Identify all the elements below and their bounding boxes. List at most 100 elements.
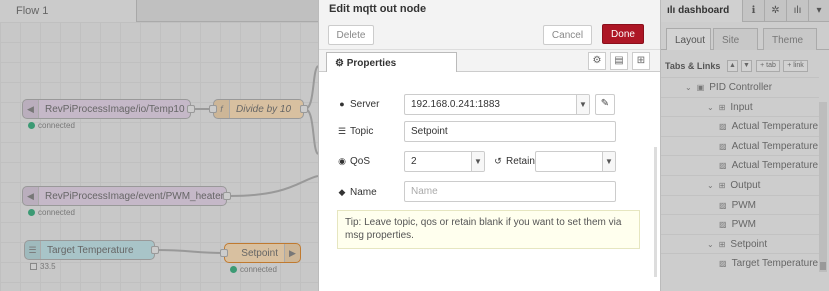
label-text: Server (350, 99, 380, 110)
chevron-down-icon: ▼ (471, 152, 484, 171)
sidebar: ılı dashboard ℹ ✲ ılı ▾ Layout Site Them… (661, 0, 829, 291)
history-icon: ↺ (494, 156, 502, 166)
tip-box: Tip: Leave topic, qos or retain blank if… (337, 210, 640, 249)
node-target-temperature[interactable]: ☰ Target Temperature (24, 240, 155, 260)
chevron-down-icon[interactable]: ⌄ (707, 181, 714, 190)
label-text: QoS (350, 156, 371, 167)
move-up-button[interactable]: ▲ (727, 60, 738, 72)
node-divide-by-10[interactable]: f Divide by 10 (213, 99, 304, 119)
dashboard-chart-icon[interactable]: ılı (787, 0, 809, 22)
node-label: Divide by 10 (236, 104, 292, 115)
chevron-down-icon: ▼ (602, 152, 615, 171)
tree-item-label: Target Temperature (731, 258, 819, 270)
input-port[interactable] (220, 249, 228, 257)
tree-item[interactable]: ⌄ ⊞ Setpoint (661, 233, 819, 253)
status-text: connected (38, 208, 75, 217)
tab-theme[interactable]: Theme (763, 28, 817, 50)
label-text: Retain (506, 156, 535, 167)
tree-item[interactable]: ▨ Actual Temperature (661, 116, 819, 135)
sidebar-scrollbar[interactable] (819, 102, 827, 272)
tab-dashboard[interactable]: ılı dashboard (661, 0, 743, 22)
name-input[interactable]: Name (404, 181, 616, 202)
node-status: connected (230, 265, 277, 274)
output-port[interactable] (300, 105, 308, 113)
cancel-button[interactable]: Cancel (543, 25, 592, 45)
server-select[interactable]: 192.168.0.241:1883 ▼ (404, 94, 590, 115)
node-status: 33.5 (30, 262, 56, 271)
status-text: connected (240, 265, 277, 274)
output-port[interactable] (223, 192, 231, 200)
chevron-down-icon[interactable]: ⌄ (707, 240, 714, 249)
add-tab-button[interactable]: + tab (756, 60, 780, 72)
tree-item[interactable]: ⌄ ⊞ Output (661, 175, 819, 194)
tab-label: dashboard (678, 5, 730, 16)
tree-item[interactable]: ▨ Target Temperature (661, 253, 819, 272)
status-dot-icon (28, 122, 35, 129)
qos-value: 2 (411, 156, 417, 167)
scroll-down-icon[interactable] (820, 262, 826, 270)
chevron-down-icon[interactable]: ⌄ (685, 83, 692, 92)
bug-icon[interactable]: ✲ (765, 0, 787, 22)
tree-item[interactable]: ▨ Actual Temperature (661, 135, 819, 155)
delete-button[interactable]: Delete (328, 25, 374, 45)
name-label: ◆ Name (337, 187, 377, 198)
node-revpi-pwm[interactable]: ◀ RevPiProcessImage/event/PWM_heater1 (22, 186, 227, 206)
description-icon[interactable]: ▤ (610, 52, 628, 70)
output-port[interactable] (151, 246, 159, 254)
chevron-down-icon: ▼ (576, 95, 589, 114)
tree-item-label: Setpoint (730, 238, 768, 250)
widget-icon: ▨ (719, 141, 727, 151)
add-link-button[interactable]: + link (783, 60, 808, 72)
tip-text: Tip: Leave topic, qos or retain blank if… (345, 217, 622, 241)
tree-item-label: Input (730, 101, 753, 113)
tag-icon: ◆ (338, 187, 346, 197)
tray-toolbar: Delete Cancel Done (319, 18, 660, 50)
retain-select[interactable]: ▼ (535, 151, 616, 172)
done-button[interactable]: Done (602, 24, 644, 44)
node-label: Target Temperature (47, 245, 134, 256)
tree-item-label: Actual Temperature (731, 140, 819, 152)
output-port[interactable] (187, 105, 195, 113)
button-label: ▲ (729, 62, 736, 69)
flow-workspace[interactable]: Flow 1 ◀ RevPiProcessImage/io/Temp10 con… (0, 0, 318, 291)
appearance-icon[interactable]: ⊞ (632, 52, 650, 70)
tab-site[interactable]: Site (713, 28, 758, 50)
node-status: connected (28, 121, 75, 130)
status-dot-icon (28, 209, 35, 216)
name-placeholder: Name (411, 186, 438, 197)
settings-gear-icon[interactable]: ⚙ (588, 52, 606, 70)
tree-item[interactable]: ▨ PWM (661, 194, 819, 214)
status-text: 33.5 (40, 262, 56, 271)
qos-select[interactable]: 2 ▼ (404, 151, 485, 172)
input-port[interactable] (209, 105, 217, 113)
node-revpi-temp10[interactable]: ◀ RevPiProcessImage/io/Temp10 (22, 99, 191, 119)
group-icon: ⊞ (718, 239, 726, 249)
tree-item[interactable]: ⌄ ⊞ Input (661, 96, 819, 116)
tab-label: Layout (675, 35, 706, 46)
chevron-down-icon[interactable]: ⌄ (707, 103, 714, 112)
properties-form: ● Server 192.168.0.241:1883 ▼ ✎ ☰ Topic Set… (319, 72, 660, 291)
tab-layout[interactable]: Layout (666, 28, 711, 50)
tray-tabs: ⚙ Properties ⚙ ▤ ⊞ (319, 50, 660, 73)
tree-item-label: PID Controller (709, 82, 773, 93)
info-icon[interactable]: ℹ (743, 0, 765, 22)
node-label: RevPiProcessImage/io/Temp10 (45, 104, 185, 115)
label-text: Topic (350, 126, 374, 137)
tree-item[interactable]: ▨ Actual Temperature (661, 155, 819, 174)
pencil-icon: ✎ (600, 98, 610, 109)
input-icon: ◀ (23, 187, 39, 205)
node-setpoint[interactable]: Setpoint ▶ (224, 243, 301, 263)
tree-item[interactable]: ⌄ ▣ PID Controller (661, 77, 819, 96)
empire-icon: ◉ (338, 156, 346, 166)
widget-icon: ▨ (719, 122, 727, 132)
tab-properties[interactable]: ⚙ Properties (326, 52, 457, 73)
topic-input[interactable]: Setpoint (404, 121, 616, 142)
move-down-button[interactable]: ▼ (741, 60, 752, 72)
tab-label: Properties (346, 58, 397, 69)
edit-server-button[interactable]: ✎ (595, 94, 615, 115)
tree-item[interactable]: ▨ PWM (661, 214, 819, 233)
form-scrollbar[interactable] (654, 147, 657, 277)
gear-icon: ⚙ (335, 58, 344, 69)
chevron-down-icon[interactable]: ▾ (809, 0, 829, 22)
server-value: 192.168.0.241:1883 (411, 99, 500, 110)
